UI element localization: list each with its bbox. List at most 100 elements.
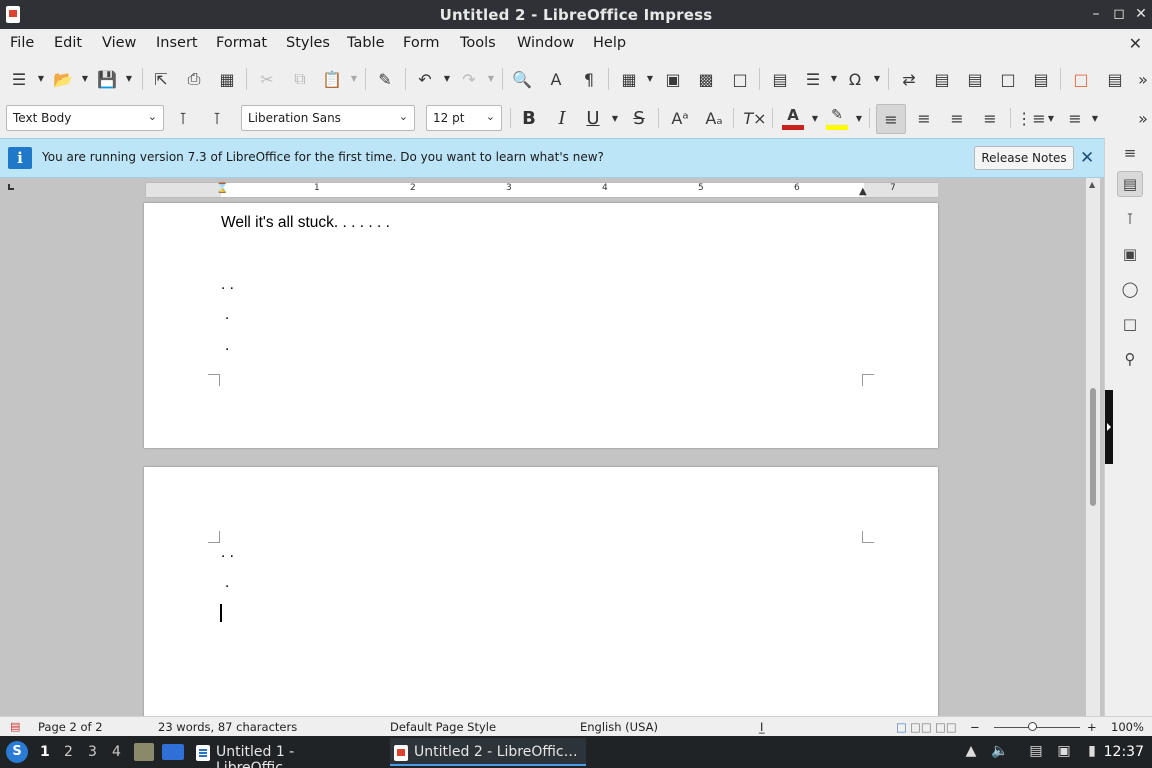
zoom-level[interactable]: 100%: [1111, 720, 1144, 734]
update-style-icon[interactable]: ⊺: [170, 105, 196, 131]
more-toolbar-icon[interactable]: »: [1130, 105, 1152, 131]
page-2[interactable]: . . .: [144, 467, 938, 716]
bold-button[interactable]: B: [516, 105, 542, 131]
subscript-icon[interactable]: Aₐ: [701, 105, 727, 131]
insert-chart-icon[interactable]: ▩: [693, 66, 719, 92]
insert-image-icon[interactable]: ▣: [660, 66, 686, 92]
battery-icon[interactable]: ▮: [1083, 743, 1101, 761]
numbering-dropdown-icon[interactable]: ▼: [1091, 115, 1099, 123]
special-character-dropdown-icon[interactable]: ▼: [873, 75, 881, 83]
close-document-icon[interactable]: ✕: [1129, 34, 1142, 53]
bookmark-icon[interactable]: □: [995, 66, 1021, 92]
word-count[interactable]: 23 words, 87 characters: [158, 720, 297, 734]
paragraph-3[interactable]: .: [225, 306, 229, 324]
page-break-icon[interactable]: ▤: [767, 66, 793, 92]
spelling-icon[interactable]: A: [543, 66, 569, 92]
zoom-slider[interactable]: [994, 727, 1080, 728]
justify-button[interactable]: ≡: [977, 105, 1003, 131]
italic-button[interactable]: I: [549, 105, 575, 131]
workspace-3[interactable]: 3: [88, 744, 97, 760]
scroll-up-icon[interactable]: ▲: [1089, 180, 1095, 189]
language[interactable]: English (USA): [580, 720, 658, 734]
formatting-marks-icon[interactable]: ¶: [576, 66, 602, 92]
sidebar-menu-icon[interactable]: ≡: [1117, 140, 1143, 166]
menu-insert[interactable]: Insert: [156, 35, 198, 51]
task-untitled-1[interactable]: Untitled 1 - LibreOffic…: [192, 738, 384, 768]
align-center-button[interactable]: ≡: [911, 105, 937, 131]
open-dropdown-icon[interactable]: ▼: [81, 75, 89, 83]
navigator-icon[interactable]: ◯: [1117, 276, 1143, 302]
find-icon[interactable]: ⚲: [1117, 346, 1143, 372]
minimize-button[interactable]: –: [1086, 4, 1106, 24]
properties-icon[interactable]: ▤: [1117, 171, 1143, 197]
single-page-view-icon[interactable]: □: [896, 720, 907, 734]
clear-formatting-icon[interactable]: T×: [742, 105, 768, 131]
undo-dropdown-icon[interactable]: ▼: [443, 75, 451, 83]
clock[interactable]: 12:37: [1104, 744, 1144, 760]
release-notes-button[interactable]: Release Notes: [974, 146, 1074, 170]
workspace-2[interactable]: 2: [64, 744, 73, 760]
save-icon[interactable]: 💾: [94, 66, 120, 92]
clone-formatting-icon[interactable]: ✎: [372, 66, 398, 92]
vertical-scrollbar[interactable]: ▲: [1086, 178, 1100, 716]
paragraph-5[interactable]: . .: [221, 544, 234, 562]
bullet-dropdown-icon[interactable]: ▼: [1047, 115, 1055, 123]
new-document-icon[interactable]: ☰: [6, 66, 32, 92]
menu-table[interactable]: Table: [347, 35, 385, 51]
insert-mode-icon[interactable]: I̲: [760, 720, 763, 734]
volume-icon[interactable]: 🔈: [991, 743, 1009, 761]
left-indent-marker[interactable]: ⌛: [216, 183, 228, 194]
table-dropdown-icon[interactable]: ▼: [646, 75, 654, 83]
paragraph-2[interactable]: . .: [221, 276, 234, 294]
document-modified-icon[interactable]: ▤: [10, 720, 20, 733]
print-preview-icon[interactable]: ▦: [214, 66, 240, 92]
menu-file[interactable]: File: [10, 35, 34, 51]
zoom-slider-knob[interactable]: [1028, 722, 1037, 731]
paragraph-style-select[interactable]: Text Body ⌄: [6, 105, 164, 131]
close-infobar-icon[interactable]: ✕: [1080, 148, 1094, 168]
copy-icon[interactable]: ⧉: [287, 66, 313, 92]
font-color-dropdown-icon[interactable]: ▼: [811, 115, 819, 123]
cut-icon[interactable]: ✂: [254, 66, 280, 92]
styles-icon[interactable]: ⊺: [1117, 206, 1143, 232]
close-window-button[interactable]: ✕: [1131, 4, 1151, 24]
font-name-select[interactable]: Liberation Sans ⌄: [241, 105, 415, 131]
redo-icon[interactable]: ↷: [456, 66, 482, 92]
page-style[interactable]: Default Page Style: [390, 720, 496, 734]
bullet-list-icon[interactable]: ⋮≡: [1016, 105, 1045, 131]
book-view-icon[interactable]: □□: [935, 720, 957, 734]
paste-dropdown-icon[interactable]: ▼: [350, 75, 358, 83]
file-manager-icon[interactable]: [134, 743, 154, 761]
tab-stop-selector[interactable]: [8, 184, 14, 190]
undo-icon[interactable]: ↶: [412, 66, 438, 92]
network-icon[interactable]: ▣: [1055, 743, 1073, 761]
open-folder-icon[interactable]: 📂: [50, 66, 76, 92]
gallery-icon[interactable]: ▣: [1117, 241, 1143, 267]
save-dropdown-icon[interactable]: ▼: [125, 75, 133, 83]
menu-edit[interactable]: Edit: [54, 35, 82, 51]
print-icon[interactable]: ⎙: [181, 66, 207, 92]
endnote-icon[interactable]: ▤: [962, 66, 988, 92]
right-indent-marker[interactable]: ▲: [859, 186, 867, 197]
page-icon[interactable]: □: [1117, 311, 1143, 337]
strikethrough-button[interactable]: S: [626, 105, 652, 131]
paragraph-1[interactable]: Well it's all stuck. . . . . . .: [221, 214, 390, 232]
footnote-icon[interactable]: ▤: [929, 66, 955, 92]
paragraph-4[interactable]: .: [225, 337, 229, 355]
document-area[interactable]: 1 2 3 4 5 6 7 ⌛ ▲ Well it's all stuck. .…: [0, 178, 1104, 716]
page-1[interactable]: Well it's all stuck. . . . . . . . . . .: [144, 203, 938, 448]
highlight-color-icon[interactable]: ✎: [824, 105, 850, 131]
more-toolbar-icon[interactable]: »: [1130, 66, 1152, 92]
align-right-button[interactable]: ≡: [944, 105, 970, 131]
maximize-button[interactable]: ◻: [1109, 4, 1129, 24]
underline-button[interactable]: U: [580, 105, 606, 131]
menu-window[interactable]: Window: [517, 35, 574, 51]
track-changes-icon[interactable]: ▤: [1102, 66, 1128, 92]
underline-dropdown-icon[interactable]: ▼: [611, 115, 619, 123]
comment-icon[interactable]: □: [1068, 66, 1094, 92]
clipboard-icon[interactable]: ▤: [1027, 743, 1045, 761]
new-style-icon[interactable]: ⊺: [204, 105, 230, 131]
horizontal-ruler[interactable]: 1 2 3 4 5 6 7 ⌛ ▲: [145, 182, 938, 198]
tray-up-icon[interactable]: ▲: [962, 743, 980, 761]
align-left-button[interactable]: ≡: [876, 104, 906, 134]
